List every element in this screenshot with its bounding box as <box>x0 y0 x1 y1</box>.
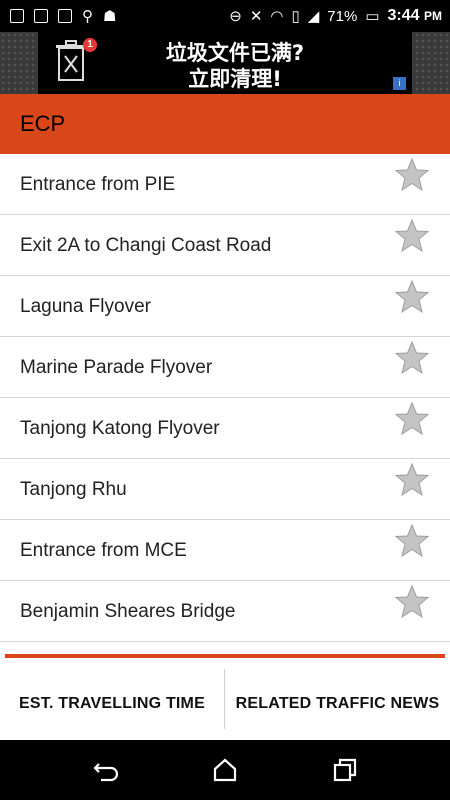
star-icon[interactable] <box>394 158 430 192</box>
app-header: ECP <box>0 94 450 154</box>
list-item[interactable]: Tanjong Katong Flyover <box>0 398 450 459</box>
list-item[interactable]: Marine Parade Flyover <box>0 337 450 398</box>
battery-percent: 71% <box>327 7 358 25</box>
back-icon[interactable] <box>93 758 119 782</box>
star-icon[interactable] <box>394 524 430 558</box>
list-item-label: Entrance from PIE <box>20 174 176 195</box>
recents-icon[interactable] <box>332 758 358 782</box>
list-item-label: Benjamin Sheares Bridge <box>20 601 236 622</box>
bottom-tab-bar: EST. TRAVELLING TIME RELATED TRAFFIC NEW… <box>0 653 450 740</box>
system-icons: ⊖ ✕ ◠ ▯ ◢ 71% ▭ 3:44 PM <box>229 7 450 25</box>
home-icon[interactable] <box>212 758 238 782</box>
clock-time: 3:44 <box>387 7 420 24</box>
mute-icon: ✕ <box>249 8 263 25</box>
star-icon[interactable] <box>394 463 430 497</box>
camera-location-list: Entrance from PIE Exit 2A to Changi Coas… <box>0 154 450 642</box>
star-icon[interactable] <box>394 341 430 375</box>
android-icon: ☗ <box>103 8 117 25</box>
list-item-label: Tanjong Rhu <box>20 479 127 500</box>
dnd-icon: ⊖ <box>229 8 242 25</box>
star-icon[interactable] <box>394 280 430 314</box>
tab-est-travelling-time[interactable]: EST. TRAVELLING TIME <box>0 669 224 739</box>
list-item[interactable]: Laguna Flyover <box>0 276 450 337</box>
list-item-label: Laguna Flyover <box>20 296 151 317</box>
star-icon[interactable] <box>394 402 430 436</box>
notification-app-icon <box>10 9 24 23</box>
notification-icons: ⚲ ☗ <box>0 7 116 25</box>
sim-icon: ▯ <box>291 8 300 25</box>
ad-banner-background: 1 垃圾文件已满? 立即清理! i <box>0 32 450 94</box>
battery-icon: ▭ <box>365 8 380 25</box>
usb-icon: ⚲ <box>82 8 93 25</box>
clock-suffix: PM <box>424 9 442 23</box>
ad-info-icon[interactable]: i <box>393 77 406 90</box>
notification-code-icon <box>34 9 48 23</box>
list-item-label: Tanjong Katong Flyover <box>20 418 220 439</box>
list-item[interactable]: Entrance from MCE <box>0 520 450 581</box>
status-bar: ⚲ ☗ ⊖ ✕ ◠ ▯ ◢ 71% ▭ 3:44 PM <box>0 0 450 32</box>
system-nav-bar <box>0 740 450 800</box>
page-title: ECP <box>20 111 66 136</box>
list-item[interactable]: Benjamin Sheares Bridge <box>0 581 450 642</box>
tab-indicator <box>5 654 445 658</box>
list-item[interactable]: Entrance from PIE <box>0 154 450 215</box>
list-item[interactable]: Exit 2A to Changi Coast Road <box>0 215 450 276</box>
ad-cta: 立即清理! <box>188 67 282 91</box>
list-item-label: Marine Parade Flyover <box>20 357 213 378</box>
ad-banner[interactable]: 1 垃圾文件已满? 立即清理! i <box>38 32 412 94</box>
list-item-label: Exit 2A to Changi Coast Road <box>20 235 272 256</box>
clock: 3:44 PM <box>388 7 442 25</box>
wifi-icon: ◠ <box>270 8 284 25</box>
list-item[interactable]: Tanjong Rhu <box>0 459 450 520</box>
notification-code-icon-2 <box>58 9 72 23</box>
signal-icon: ◢ <box>307 8 320 25</box>
star-icon[interactable] <box>394 219 430 253</box>
tab-related-traffic-news[interactable]: RELATED TRAFFIC NEWS <box>225 669 450 739</box>
list-item-label: Entrance from MCE <box>20 540 187 561</box>
star-icon[interactable] <box>394 585 430 619</box>
